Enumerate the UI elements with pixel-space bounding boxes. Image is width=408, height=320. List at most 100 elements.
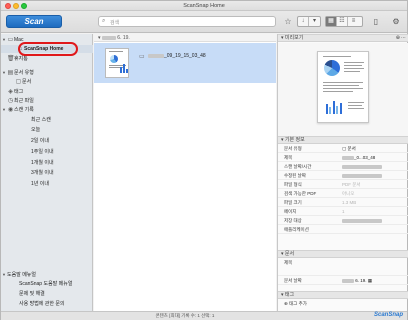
document-stack-icon: ▤ (7, 70, 14, 76)
preview-section-header[interactable]: ▾ 미리보기 ⊕ ⋯ (278, 34, 408, 42)
search-placeholder: 검색 (110, 20, 120, 26)
redacted-text (342, 164, 382, 169)
property-row: 스캔 날짜/시간 (278, 163, 408, 171)
document-preview[interactable] (278, 43, 408, 136)
property-row: 파일 형식 PDF 문서 (278, 181, 408, 189)
property-row: 애플리케이션 (278, 226, 408, 234)
sidebar-item-label: 휴지통 (14, 56, 28, 62)
sidebar-date-item[interactable]: 1주일 이내 (1, 148, 93, 156)
window-title: ScanSnap Home (183, 3, 225, 9)
sidebar-date-item[interactable]: 오늘 (1, 126, 93, 134)
grid-view-icon[interactable]: ☷ (337, 17, 348, 26)
redacted-text (342, 173, 382, 178)
calendar-icon: ◉ (7, 107, 14, 113)
list-view-icon[interactable]: ≡ (348, 17, 359, 26)
document-list: ▾ 6. 19. ▭ _09_19_15_03_48 (94, 34, 276, 311)
sidebar: ▼ ▭Mac ⌂ ScanSnap Home 🗑휴지통 ▼ ▤문서 유형 ▢문서 ◈태… (1, 34, 93, 311)
document-type-select[interactable]: ▢ 문서 (342, 145, 356, 153)
title-bar: ScanSnap Home (1, 1, 407, 11)
document-thumbnail[interactable] (105, 48, 129, 78)
sidebar-item-doc[interactable]: ▢문서 (1, 78, 93, 86)
sidebar-item-label: 문서 (22, 79, 32, 85)
property-row: 저장 대상 (278, 217, 408, 225)
document-title[interactable]: _09_19_15_03_48 (148, 53, 206, 59)
scansnap-logo: ScanSnap (373, 312, 403, 318)
scan-button[interactable]: Scan (6, 15, 62, 28)
clock-icon: ◷ (7, 98, 14, 104)
chevron-down-icon[interactable]: ▾ (98, 35, 101, 41)
list-item[interactable]: ▭ _09_19_15_03_48 (94, 43, 276, 83)
search-icon: ⌕ (102, 18, 106, 24)
help-link[interactable]: ScanSnap 도움말 메뉴얼 (1, 280, 93, 288)
date-group-header: ▾ 6. 19. (94, 34, 276, 42)
chevron-down-icon[interactable]: ▾ (309, 17, 320, 26)
sidebar-item-help[interactable]: ▼도움말 메뉴얼 (1, 271, 93, 279)
property-row: 문서 유형 ▢ 문서 (278, 145, 408, 153)
search-input[interactable]: ⌕ 검색 (98, 16, 276, 27)
sidebar-item-trash[interactable]: 🗑휴지통 (1, 55, 93, 63)
view-mode-switcher[interactable]: ▦ ☷ ≡ (325, 16, 363, 27)
info-panel: ▾ 미리보기 ⊕ ⋯ ▾ 기본 정보 문서 유형 ▢ 문서 제목 _0...03… (277, 34, 408, 311)
sidebar-item-recent-files[interactable]: ◷최근 파일 (1, 97, 93, 105)
chevron-down-icon[interactable]: ▾ (281, 137, 284, 143)
redacted-text (342, 155, 354, 160)
document-date-field[interactable]: 6. 19. ▦ (342, 277, 372, 285)
sidebar-date-item[interactable]: 2일 이내 (1, 137, 93, 145)
tag-icon: ◈ (8, 89, 13, 95)
property-row: 수정된 날짜 (278, 172, 408, 180)
sidebar-date-item[interactable]: 3개월 이내 (1, 169, 93, 177)
app-window: ScanSnap Home Scan ⌕ 검색 ☆ ↓ ▾ ▦ ☷ ≡ ▯ ⚙ ▼ ▭M… (0, 0, 408, 320)
sidebar-item-label: 문서 유형 (14, 70, 34, 76)
sidebar-date-item[interactable]: 최근 스캔 (1, 116, 93, 124)
more-icon[interactable]: ⋯ (401, 35, 406, 42)
favorite-star-icon[interactable]: ☆ (283, 15, 293, 28)
zoom-in-icon[interactable]: ⊕ (396, 35, 400, 42)
highlight-annotation (18, 42, 78, 56)
tag-add-row[interactable]: ⊕ 태그 추가 (278, 300, 408, 308)
plus-icon[interactable]: ⊕ (284, 301, 288, 306)
thumbnail-view-icon[interactable]: ▦ (326, 17, 337, 26)
status-bar: 콘텐츠 [최대] 기록 수: 1 선택: 1 ScanSnap (1, 311, 407, 320)
redacted-text (148, 53, 164, 58)
sidebar-item-label: 최근 파일 (14, 98, 34, 104)
sort-icon[interactable]: ↓ (298, 17, 309, 26)
help-link[interactable]: 문제 및 해결 (1, 290, 93, 298)
status-text: 콘텐츠 [최대] 기록 수: 1 선택: 1 (155, 313, 215, 318)
sidebar-item-label: 도움말 메뉴얼 (7, 272, 36, 278)
help-link[interactable]: 사용 방법에 관한 문의 (1, 300, 93, 308)
sidebar-item-tags[interactable]: ◈태그 (1, 88, 93, 96)
property-row: 제목 (278, 259, 408, 276)
redacted-text (342, 278, 354, 283)
panel-toggle-icon[interactable]: ▯ (371, 15, 381, 28)
property-row: 제목 _0...03_48 (278, 154, 408, 162)
computer-icon: ▭ (7, 37, 14, 43)
document-section-header[interactable]: ▾ 문서 (278, 250, 408, 258)
chevron-down-icon[interactable]: ▾ (281, 292, 284, 298)
settings-icon[interactable]: ⚙ (391, 15, 401, 28)
sidebar-date-item[interactable]: 1개월 이내 (1, 159, 93, 167)
property-row: 페이지 1 (278, 208, 408, 216)
properties-section-header[interactable]: ▾ 기본 정보 (278, 136, 408, 144)
property-row: 검색 가능한 PDF 아니오 (278, 190, 408, 198)
document-icon: ▢ (15, 79, 22, 85)
sidebar-item-label: 태그 (14, 89, 24, 95)
property-row: 파일 크기 1.3 MB (278, 199, 408, 207)
title-field[interactable]: _0...03_48 (342, 154, 375, 162)
toolbar: Scan ⌕ 검색 ☆ ↓ ▾ ▦ ☷ ≡ ▯ ⚙ (1, 11, 407, 33)
chevron-down-icon[interactable]: ▾ (281, 35, 284, 41)
redacted-text (101, 35, 116, 40)
tag-section-header[interactable]: ▾ 태그 (278, 291, 408, 299)
calendar-icon[interactable]: ▦ (368, 278, 372, 283)
sidebar-item-label: 스캔 기록 (14, 107, 34, 113)
document-icon: ▢ (342, 146, 347, 151)
chevron-down-icon[interactable]: ▾ (281, 251, 284, 257)
preview-page (317, 51, 369, 123)
sort-menu[interactable]: ↓ ▾ (297, 16, 321, 27)
sidebar-item-scan-date[interactable]: ▼ ◉스캔 기록 (1, 106, 93, 114)
sidebar-item-doc-types[interactable]: ▼ ▤문서 유형 (1, 69, 93, 77)
trash-icon: 🗑 (7, 56, 15, 62)
redacted-text (342, 218, 382, 223)
sidebar-date-item[interactable]: 1년 이내 (1, 180, 93, 188)
property-row: 문서 날짜 6. 19. ▦ (278, 277, 408, 285)
date-header-label: 6. 19. (117, 35, 130, 41)
